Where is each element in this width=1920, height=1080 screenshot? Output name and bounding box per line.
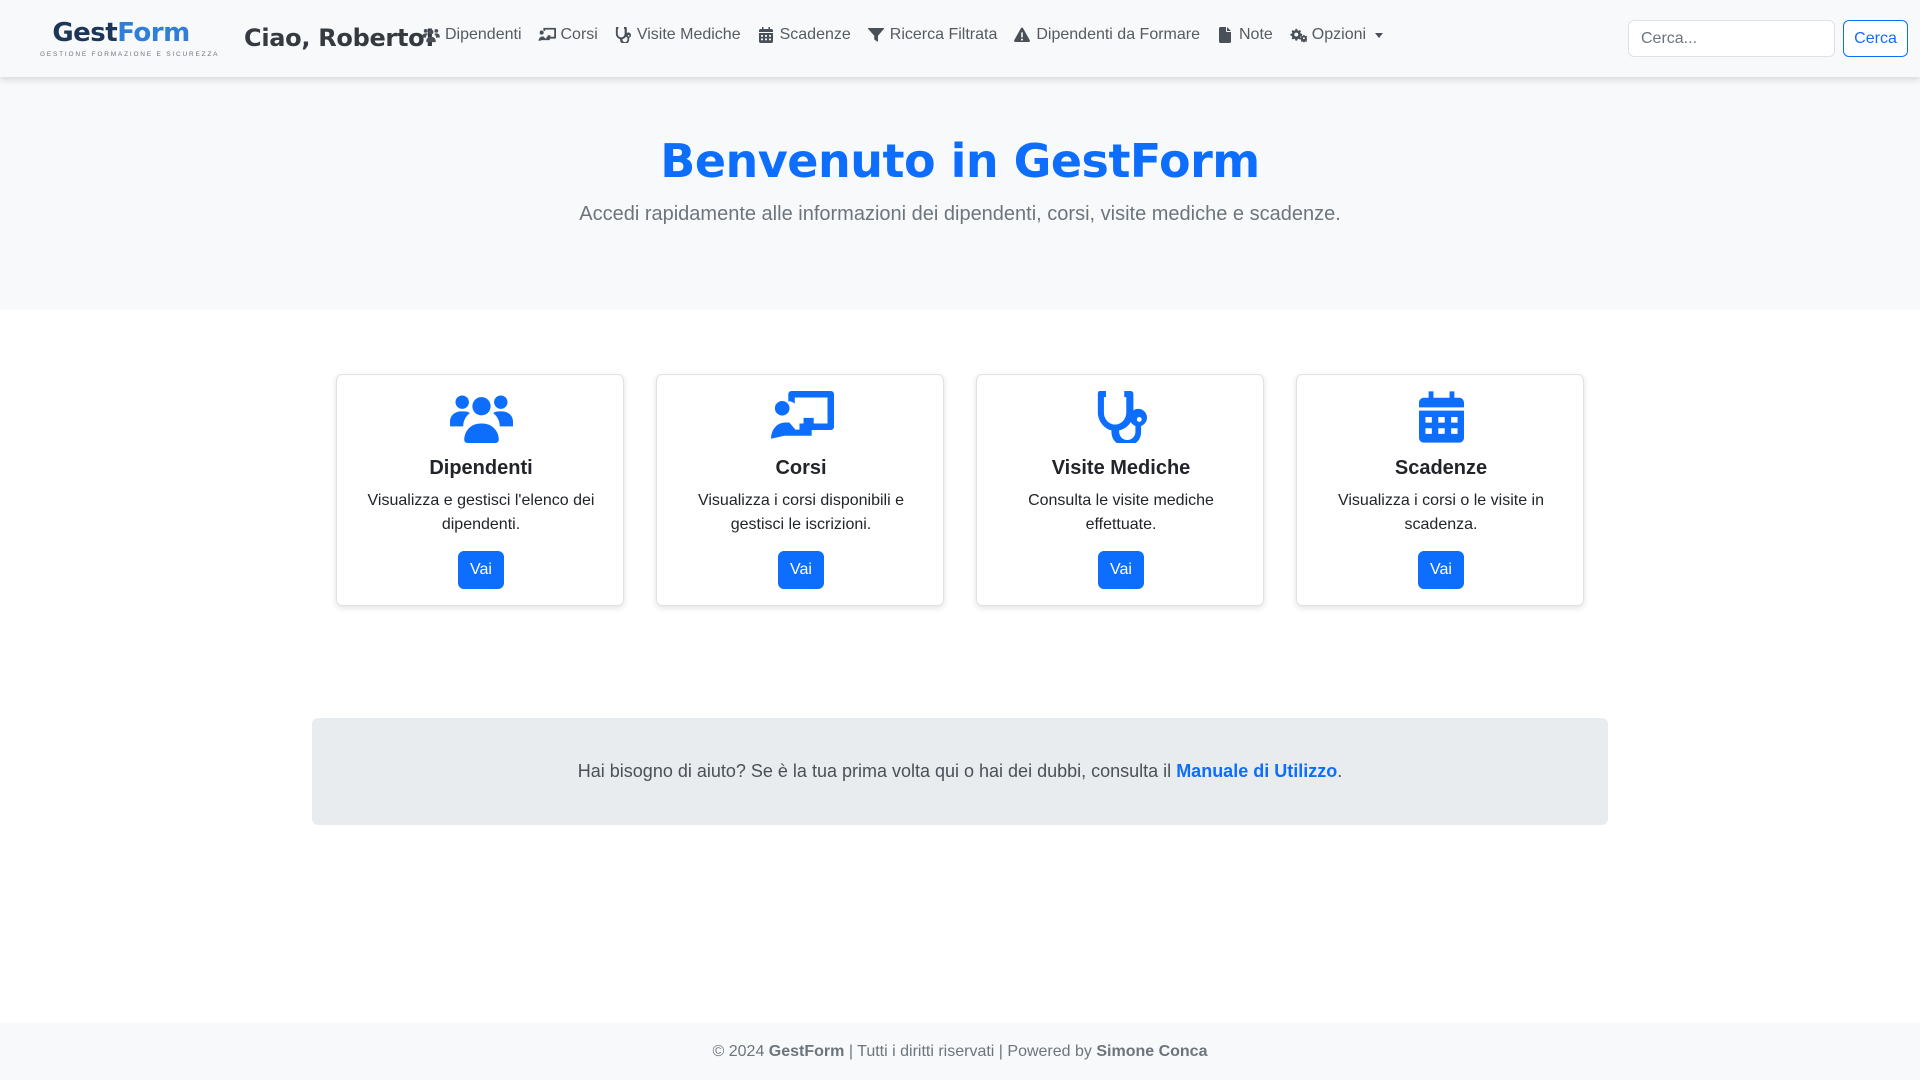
brand-part-form: Form bbox=[117, 18, 190, 48]
search-button[interactable]: Cerca bbox=[1843, 20, 1908, 57]
help-text: Hai bisogno di aiuto? Se è la tua prima … bbox=[578, 761, 1342, 782]
nav-item-opzioni-dropdown[interactable]: Opzioni bbox=[1289, 26, 1384, 44]
search-input[interactable] bbox=[1628, 20, 1835, 57]
stethoscope-icon bbox=[614, 27, 632, 43]
stethoscope-icon bbox=[1095, 391, 1147, 443]
nav-item-visite-mediche[interactable]: Visite Mediche bbox=[614, 26, 741, 44]
card-title: Visite Mediche bbox=[1051, 457, 1191, 479]
vai-button-corsi[interactable]: Vai bbox=[778, 551, 824, 589]
card-text: Visualizza e gestisci l'elenco dei dipen… bbox=[367, 492, 595, 533]
nav-item-label: Dipendenti bbox=[445, 26, 522, 43]
card-text: Visualizza i corsi disponibili e gestisc… bbox=[697, 492, 905, 533]
card-visite-mediche: Visite Mediche Consulta le visite medich… bbox=[976, 374, 1264, 606]
page-subtitle: Accedi rapidamente alle informazioni dei… bbox=[579, 203, 1341, 225]
page-title: Benvenuto in GestForm bbox=[660, 134, 1260, 188]
brand-tagline: GESTIONE FORMAZIONE E SICUREZZA bbox=[40, 51, 220, 58]
card-text: Visualizza i corsi o le visite in scaden… bbox=[1337, 492, 1544, 533]
card-scadenze: Scadenze Visualizza i corsi o le visite … bbox=[1296, 374, 1584, 606]
nav-item-scadenze[interactable]: Scadenze bbox=[757, 26, 851, 44]
calendar-icon bbox=[1419, 391, 1464, 443]
nav-item-label: Note bbox=[1239, 26, 1273, 43]
nav-item-label: Corsi bbox=[560, 26, 598, 43]
nav-item-label: Scadenze bbox=[779, 26, 851, 43]
brand-part-gest: Gest bbox=[52, 18, 118, 48]
card-text: Consulta le visite mediche effettuate. bbox=[1028, 492, 1214, 533]
footer-author: Simone Conca bbox=[1096, 1042, 1208, 1060]
card-corsi: Corsi Visualizza i corsi disponibili e g… bbox=[656, 374, 944, 606]
brand-logo[interactable]: GestForm GESTIONE FORMAZIONE E SICUREZZA bbox=[40, 18, 220, 64]
help-box: Hai bisogno di aiuto? Se è la tua prima … bbox=[312, 718, 1608, 825]
filter-icon bbox=[867, 27, 885, 43]
card-icon-wrapper bbox=[337, 391, 625, 445]
chalkboard-teacher-icon bbox=[538, 27, 556, 43]
file-icon bbox=[1216, 27, 1234, 43]
card-title: Corsi bbox=[775, 457, 827, 479]
quick-links-cards: Dipendenti Visualizza e gestisci l'elenc… bbox=[336, 374, 1584, 606]
manual-link[interactable]: Manuale di Utilizzo bbox=[1176, 761, 1337, 781]
nav-item-label: Opzioni bbox=[1311, 26, 1367, 43]
nav-item-dipendenti-da-formare[interactable]: Dipendenti da Formare bbox=[1013, 26, 1200, 44]
cogs-icon bbox=[1289, 27, 1307, 43]
card-title: Dipendenti bbox=[429, 457, 533, 479]
chalkboard-teacher-icon bbox=[769, 391, 834, 443]
nav-item-ricerca-filtrata[interactable]: Ricerca Filtrata bbox=[867, 26, 998, 44]
help-message: Hai bisogno di aiuto? Se è la tua prima … bbox=[577, 761, 1172, 781]
card-icon-wrapper bbox=[977, 391, 1265, 445]
card-dipendenti: Dipendenti Visualizza e gestisci l'elenc… bbox=[336, 374, 624, 606]
help-suffix: . bbox=[1337, 761, 1343, 781]
nav-item-dipendenti[interactable]: Dipendenti bbox=[422, 26, 522, 44]
footer-brand: GestForm bbox=[768, 1042, 845, 1060]
card-icon-wrapper bbox=[657, 391, 945, 445]
footer-rights: | Tutti i diritti riservati | Powered by bbox=[848, 1042, 1092, 1060]
nav-item-note[interactable]: Note bbox=[1216, 26, 1273, 44]
footer: © 2024 GestForm | Tutti i diritti riserv… bbox=[0, 1023, 1920, 1080]
brand-name: GestForm bbox=[40, 18, 202, 48]
caret-down-icon bbox=[1375, 32, 1384, 38]
nav-links: Dipendenti Corsi Visite Mediche Scadenze… bbox=[422, 26, 1399, 44]
card-icon-wrapper bbox=[1297, 391, 1585, 445]
calendar-icon bbox=[757, 27, 775, 43]
users-icon bbox=[449, 391, 514, 443]
card-title: Scadenze bbox=[1394, 457, 1488, 479]
warning-icon bbox=[1013, 27, 1031, 43]
greeting: Ciao, Roberto! bbox=[244, 24, 435, 52]
vai-button-scadenze[interactable]: Vai bbox=[1418, 551, 1464, 589]
nav-item-corsi[interactable]: Corsi bbox=[538, 26, 598, 44]
vai-button-visite-mediche[interactable]: Vai bbox=[1098, 551, 1144, 589]
nav-item-label: Dipendenti da Formare bbox=[1036, 26, 1200, 43]
footer-copyright: © 2024 bbox=[712, 1042, 765, 1060]
navbar: GestForm GESTIONE FORMAZIONE E SICUREZZA… bbox=[0, 0, 1920, 77]
nav-item-label: Ricerca Filtrata bbox=[889, 26, 998, 43]
vai-button-dipendenti[interactable]: Vai bbox=[458, 551, 504, 589]
nav-item-label: Visite Mediche bbox=[636, 26, 741, 43]
users-icon bbox=[422, 27, 440, 43]
hero-section: Benvenuto in GestForm Accedi rapidamente… bbox=[0, 77, 1920, 310]
